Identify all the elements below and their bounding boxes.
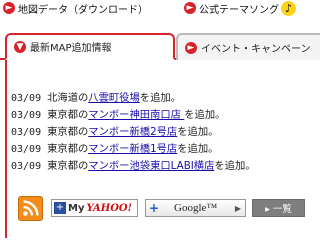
list-item: 03/09 東京都のマンボー池袋東口LABI横店を追加。 [11, 158, 320, 175]
arrow-down-icon: ▼ [14, 40, 26, 53]
list-item: 03/09 東京都のマンボー神田南口店 を追加。 [11, 107, 320, 124]
news-prefix: 東京都の [47, 160, 89, 172]
news-prefix: 東京都の [47, 109, 89, 121]
news-suffix: を追加。 [177, 143, 219, 155]
news-store-link[interactable]: 八雲町役場 [88, 92, 139, 104]
news-date: 03/09 [11, 110, 42, 121]
news-suffix: を追加。 [139, 92, 181, 104]
my-yahoo-yahoo-label: YAHOO! [86, 202, 133, 214]
google-label: Google™ [174, 202, 218, 214]
list-item: 03/09 東京都のマンボー新橋2号店を追加。 [11, 124, 320, 141]
tab-events-campaigns-label: イベント・キャンペーン [201, 44, 311, 55]
news-date: 03/09 [11, 161, 42, 172]
plus-icon: + [148, 201, 160, 215]
news-prefix: 東京都の [47, 143, 89, 155]
news-store-link[interactable]: マンボー池袋東口LABI横店 [88, 160, 214, 172]
arrow-right-icon: ► [184, 2, 196, 14]
plus-icon: + [54, 202, 66, 214]
rss-icon [23, 200, 39, 216]
arrow-right-icon: ▶ [234, 203, 241, 213]
map-data-download-link[interactable]: ► 地図データ（ダウンロード） [3, 1, 148, 16]
add-to-my-yahoo-button[interactable]: + My YAHOO! [51, 199, 138, 217]
news-suffix: を追加。 [177, 126, 219, 138]
view-list-button[interactable]: ▸ 一覧 [252, 199, 305, 217]
view-list-label: ▸ 一覧 [265, 204, 292, 215]
arrow-right-icon: ► [3, 2, 15, 14]
list-item: 03/09 北海道の八雲町役場を追加。 [11, 90, 320, 107]
news-store-link[interactable]: マンボー神田南口店 [88, 109, 184, 121]
news-date: 03/09 [11, 93, 42, 104]
news-store-link[interactable]: マンボー新橋2号店 [88, 126, 177, 138]
theme-song-label: 公式テーマソング [199, 4, 279, 16]
news-suffix: を追加。 [214, 160, 256, 172]
rss-feed-button[interactable] [18, 196, 43, 221]
news-store-link[interactable]: マンボー新橋1号店 [88, 143, 177, 155]
news-suffix: を追加。 [184, 109, 226, 121]
map-data-download-label: 地図データ（ダウンロード） [18, 4, 148, 16]
news-date: 03/09 [11, 127, 42, 138]
my-yahoo-my-label: My [68, 202, 85, 214]
list-item: 03/09 東京都のマンボー新橋1号店を追加。 [11, 141, 320, 158]
tab-latest-map-info[interactable]: ▼ 最新MAP追加情報 [5, 33, 175, 60]
news-date: 03/09 [11, 144, 42, 155]
add-to-google-button[interactable]: + Google™ ▶ [145, 199, 246, 217]
tab-latest-map-info-label: 最新MAP追加情報 [30, 43, 112, 54]
tab-events-campaigns[interactable]: ► イベント・キャンペーン [176, 33, 320, 60]
news-list: 03/09 北海道の八雲町役場を追加。 03/09 東京都のマンボー神田南口店 を追… [11, 90, 320, 175]
music-note-icon: ♪ [281, 0, 296, 16]
arrow-right-icon: ► [185, 41, 197, 54]
theme-song-link[interactable]: ► 公式テーマソング ♪ [184, 0, 296, 16]
news-prefix: 東京都の [47, 126, 89, 138]
news-prefix: 北海道の [47, 92, 89, 104]
